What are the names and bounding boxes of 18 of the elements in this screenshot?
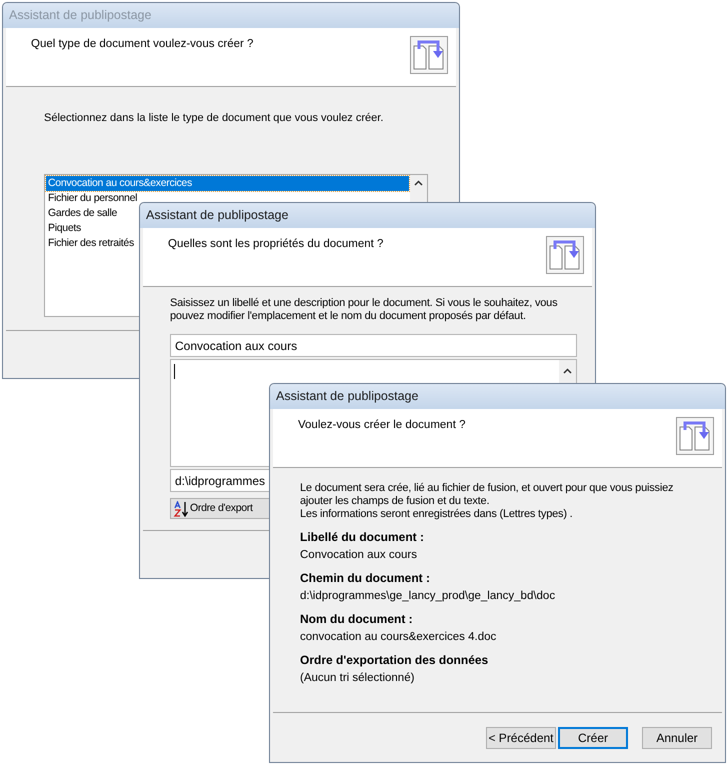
section-heading: Ordre d'exportation des données [300, 653, 490, 667]
instruction-text: Saisissez un libellé et une description pour le document. Si vous le souhaitez, vous pouvez modifier l'emplacement et le nom du document proposés par défaut. [170, 297, 558, 323]
section-heading: Libellé du document : [300, 530, 426, 544]
section-value: (Aucun tri sélectionné) [300, 672, 416, 685]
section-value: d:\idprogrammes\ge_lancy_prod\ge_lancy_bd\doc [300, 590, 556, 603]
wizard-question: Voulez-vous créer le document ? [298, 418, 466, 433]
info-text: Les informations seront enregistrées dans (Lettres types) . [300, 508, 574, 521]
window-title: Assistant de publipostage [9, 7, 152, 24]
instruction-text: Sélectionnez dans la liste le type de document que vous voulez créer. [44, 111, 384, 126]
wizard-question: Quel type de document voulez-vous créer ? [31, 37, 254, 52]
section-heading: Nom du document : [300, 612, 414, 626]
section-value: convocation au cours&exercices 4.doc [300, 631, 498, 644]
section-heading: Chemin du document : [300, 571, 431, 585]
window-title: Assistant de publipostage [146, 207, 288, 224]
section-value: Convocation aux cours [300, 549, 418, 562]
wizard-question: Quelles sont les propriétés du document ? [168, 237, 384, 252]
window-title: Assistant de publipostage [276, 388, 418, 406]
info-text: Le document sera crée, lié au fichier de fusion, et ouvert pour que vous puissiez ajouter les champs de fusion et du texte. [300, 482, 674, 508]
